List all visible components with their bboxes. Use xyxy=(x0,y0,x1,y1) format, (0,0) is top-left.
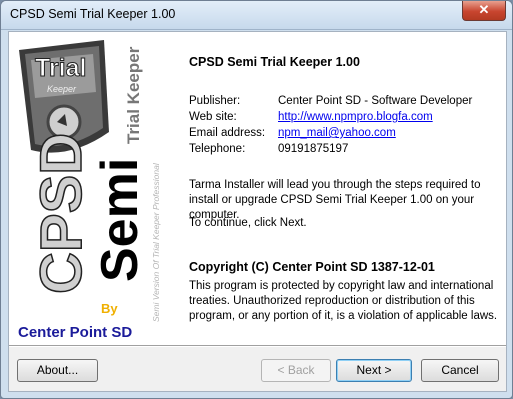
email-label: Email address: xyxy=(189,127,266,139)
website-link[interactable]: http://www.npmpro.blogfa.com xyxy=(278,111,433,123)
telephone-value: 09191875197 xyxy=(278,143,349,155)
continue-instruction: To continue, click Next. xyxy=(189,217,307,229)
close-button[interactable]: ✕ xyxy=(462,1,506,21)
copyright-heading: Copyright (C) Center Point SD 1387-12-01 xyxy=(189,260,435,274)
cpsd-vertical: CPSD xyxy=(29,133,94,294)
footer-divider xyxy=(9,345,506,347)
publisher-value: Center Point SD - Software Developer xyxy=(278,95,473,107)
semi-vertical: Semi xyxy=(91,158,149,282)
logo-sub: Keeper xyxy=(47,84,77,94)
product-heading: CPSD Semi Trial Keeper 1.00 xyxy=(189,55,360,69)
publisher-label: Publisher: xyxy=(189,95,241,107)
company-label: Center Point SD xyxy=(18,324,132,341)
product-name-vertical: Trial Keeper xyxy=(124,46,143,144)
main-content: CPSD Semi Trial Keeper 1.00 Publisher: C… xyxy=(174,32,506,345)
email-link[interactable]: npm_mail@yahoo.com xyxy=(278,127,396,139)
wizard-body: Trial Keeper Trial Keeper Semi Version O… xyxy=(8,31,507,392)
installer-window: CPSD Semi Trial Keeper 1.00 ✕ Trial Keep… xyxy=(0,0,513,399)
title-bar[interactable]: CPSD Semi Trial Keeper 1.00 ✕ xyxy=(1,1,512,30)
logo-word: Trial xyxy=(35,54,86,82)
banner-graphic: Trial Keeper Trial Keeper Semi Version O… xyxy=(18,40,161,341)
window-title: CPSD Semi Trial Keeper 1.00 xyxy=(10,7,176,21)
copyright-notice: This program is protected by copyright l… xyxy=(189,280,498,322)
product-tagline-vertical: Semi Version Of Trial Keeper Professiona… xyxy=(151,162,161,322)
website-label: Web site: xyxy=(189,111,237,123)
telephone-label: Telephone: xyxy=(189,143,246,155)
by-label: By xyxy=(101,301,118,316)
back-button[interactable]: < Back xyxy=(261,359,331,382)
next-button[interactable]: Next > xyxy=(336,359,412,382)
sidebar-banner: Trial Keeper Trial Keeper Semi Version O… xyxy=(9,32,174,345)
about-button[interactable]: About... xyxy=(17,359,98,382)
cancel-button[interactable]: Cancel xyxy=(421,359,499,382)
